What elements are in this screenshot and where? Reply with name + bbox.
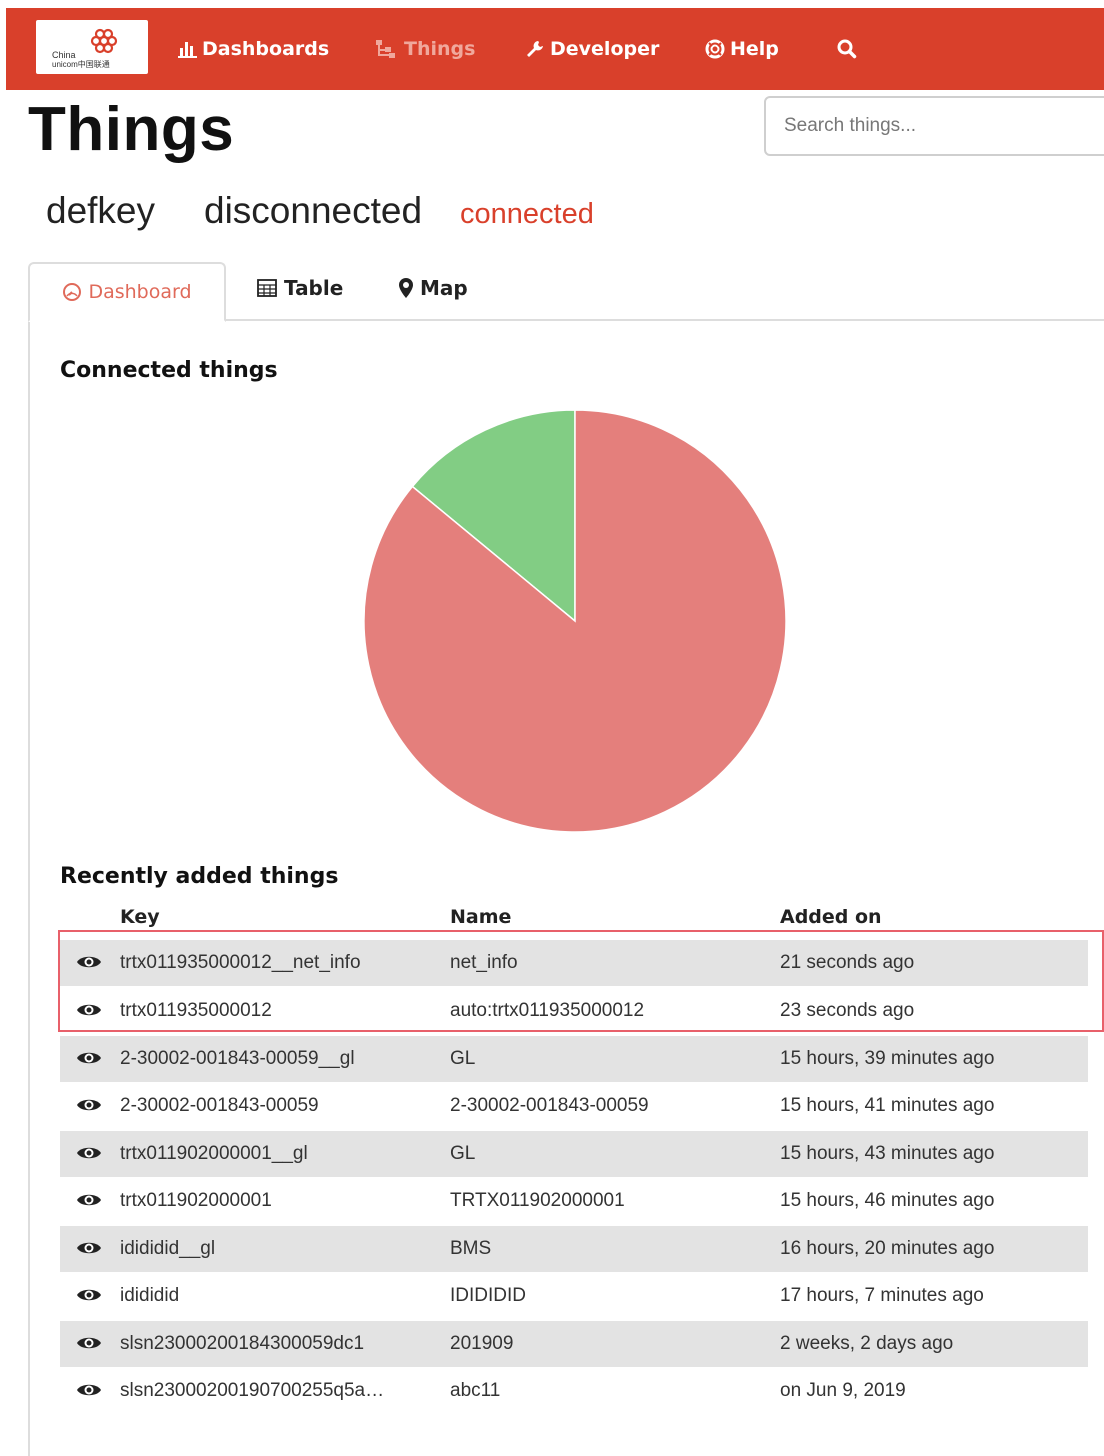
china-unicom-logo[interactable]: China unicom中国联通 [36, 20, 148, 74]
map-marker-icon [399, 278, 413, 298]
eye-icon[interactable] [76, 1334, 102, 1352]
table-row[interactable]: trtx011902000001__gl GL 15 hours, 43 min… [60, 1131, 1088, 1177]
cell-name: BMS [450, 1238, 492, 1259]
cell-added-on: 15 hours, 39 minutes ago [780, 1048, 995, 1069]
tab-table-label: Table [284, 276, 344, 300]
cell-key[interactable]: slsn23000200184300059dc1 [120, 1333, 364, 1355]
filter-disconnected[interactable]: disconnected [204, 190, 422, 232]
cell-key[interactable]: trtx011935000012__net_info [120, 952, 361, 974]
eye-icon[interactable] [76, 1096, 102, 1114]
table-row[interactable]: slsn23000200184300059dc1 201909 2 weeks,… [60, 1321, 1088, 1367]
connected-things-title: Connected things [60, 358, 278, 383]
search-things-input[interactable] [764, 96, 1104, 156]
table-row[interactable]: trtx011935000012__net_info net_info 21 s… [60, 940, 1088, 986]
tab-map-label: Map [420, 276, 468, 300]
eye-icon[interactable] [76, 953, 102, 971]
cell-added-on: 15 hours, 41 minutes ago [780, 1095, 995, 1116]
cell-name: 2-30002-001843-00059 [450, 1095, 649, 1116]
tab-map[interactable]: Map [398, 276, 468, 300]
filter-defkey[interactable]: defkey [46, 190, 155, 232]
table-icon [257, 279, 277, 297]
cell-name: net_info [450, 952, 518, 973]
cell-name: 201909 [450, 1333, 514, 1354]
recently-added-title: Recently added things [60, 864, 339, 889]
cell-key[interactable]: trtx011902000001__gl [120, 1143, 308, 1165]
panel-border [28, 319, 30, 1456]
cell-name: auto:trtx011935000012 [450, 1000, 645, 1021]
nav-search-button[interactable] [836, 8, 858, 90]
cell-name: abc11 [450, 1380, 501, 1401]
table-row[interactable]: idididid IDIDIDID 17 hours, 7 minutes ag… [60, 1273, 1088, 1319]
eye-icon[interactable] [76, 1001, 102, 1019]
table-row[interactable]: 2-30002-001843-00059__gl GL 15 hours, 39… [60, 1036, 1088, 1082]
table-row[interactable]: trtx011935000012 auto:trtx011935000012 2… [60, 988, 1088, 1034]
page-title: Things [28, 95, 235, 164]
svg-text:China: China [52, 50, 76, 60]
column-header-key[interactable]: Key [120, 906, 160, 928]
cell-name: IDIDIDID [450, 1285, 526, 1306]
eye-icon[interactable] [76, 1381, 102, 1399]
bar-chart-icon [178, 42, 197, 58]
nav-things-label: Things [404, 38, 476, 60]
cell-added-on: 16 hours, 20 minutes ago [780, 1238, 995, 1259]
nav-developer[interactable]: Developer [524, 8, 659, 90]
dashboard-icon [63, 283, 82, 301]
sitemap-icon [376, 40, 395, 58]
cell-key[interactable]: 2-30002-001843-00059__gl [120, 1048, 355, 1070]
cell-added-on: 21 seconds ago [780, 952, 915, 973]
cell-key[interactable]: 2-30002-001843-00059 [120, 1095, 319, 1117]
cell-key[interactable]: trtx011935000012 [120, 1000, 272, 1022]
cell-key[interactable]: idididid__gl [120, 1238, 215, 1260]
column-header-added-on[interactable]: Added on [780, 906, 882, 928]
eye-icon[interactable] [76, 1239, 102, 1257]
cell-name: TRTX011902000001 [450, 1190, 625, 1211]
cell-key[interactable]: idididid [120, 1285, 179, 1307]
eye-icon[interactable] [76, 1286, 102, 1304]
connected-things-pie-chart [363, 409, 787, 833]
nav-help[interactable]: Help [704, 8, 779, 90]
table-row[interactable]: idididid__gl BMS 16 hours, 20 minutes ag… [60, 1226, 1088, 1272]
cell-name: GL [450, 1048, 476, 1069]
cell-added-on: on Jun 9, 2019 [780, 1380, 906, 1401]
cell-name: GL [450, 1143, 476, 1164]
nav-dashboards[interactable]: Dashboards [176, 8, 329, 90]
cell-added-on: 23 seconds ago [780, 1000, 915, 1021]
cell-key[interactable]: slsn23000200190700255q5a… [120, 1380, 384, 1402]
tab-dashboard-label: Dashboard [88, 281, 192, 303]
cell-added-on: 2 weeks, 2 days ago [780, 1333, 954, 1354]
nav-things[interactable]: Things [374, 8, 475, 90]
nav-developer-label: Developer [550, 38, 660, 60]
tab-table[interactable]: Table [256, 276, 343, 300]
cell-key[interactable]: trtx011902000001 [120, 1190, 272, 1212]
cell-added-on: 17 hours, 7 minutes ago [780, 1285, 984, 1306]
tab-dashboard[interactable]: Dashboard [28, 262, 226, 322]
wrench-icon [527, 41, 543, 57]
nav-dashboards-label: Dashboards [202, 38, 330, 60]
svg-text:unicom中国联通: unicom中国联通 [52, 59, 110, 69]
eye-icon[interactable] [76, 1191, 102, 1209]
eye-icon[interactable] [76, 1049, 102, 1067]
filter-connected[interactable]: connected [460, 198, 594, 231]
cell-added-on: 15 hours, 43 minutes ago [780, 1143, 995, 1164]
eye-icon[interactable] [76, 1144, 102, 1162]
column-header-name[interactable]: Name [450, 906, 511, 928]
table-row[interactable]: 2-30002-001843-00059 2-30002-001843-0005… [60, 1083, 1088, 1129]
table-row[interactable]: trtx011902000001 TRTX011902000001 15 hou… [60, 1178, 1088, 1224]
top-navbar: China unicom中国联通 Dashboards Things Devel… [6, 8, 1104, 90]
life-ring-icon [705, 39, 725, 59]
search-icon [837, 39, 857, 59]
cell-added-on: 15 hours, 46 minutes ago [780, 1190, 995, 1211]
nav-help-label: Help [730, 38, 779, 60]
table-row[interactable]: slsn23000200190700255q5a… abc11 on Jun 9… [60, 1368, 1088, 1414]
